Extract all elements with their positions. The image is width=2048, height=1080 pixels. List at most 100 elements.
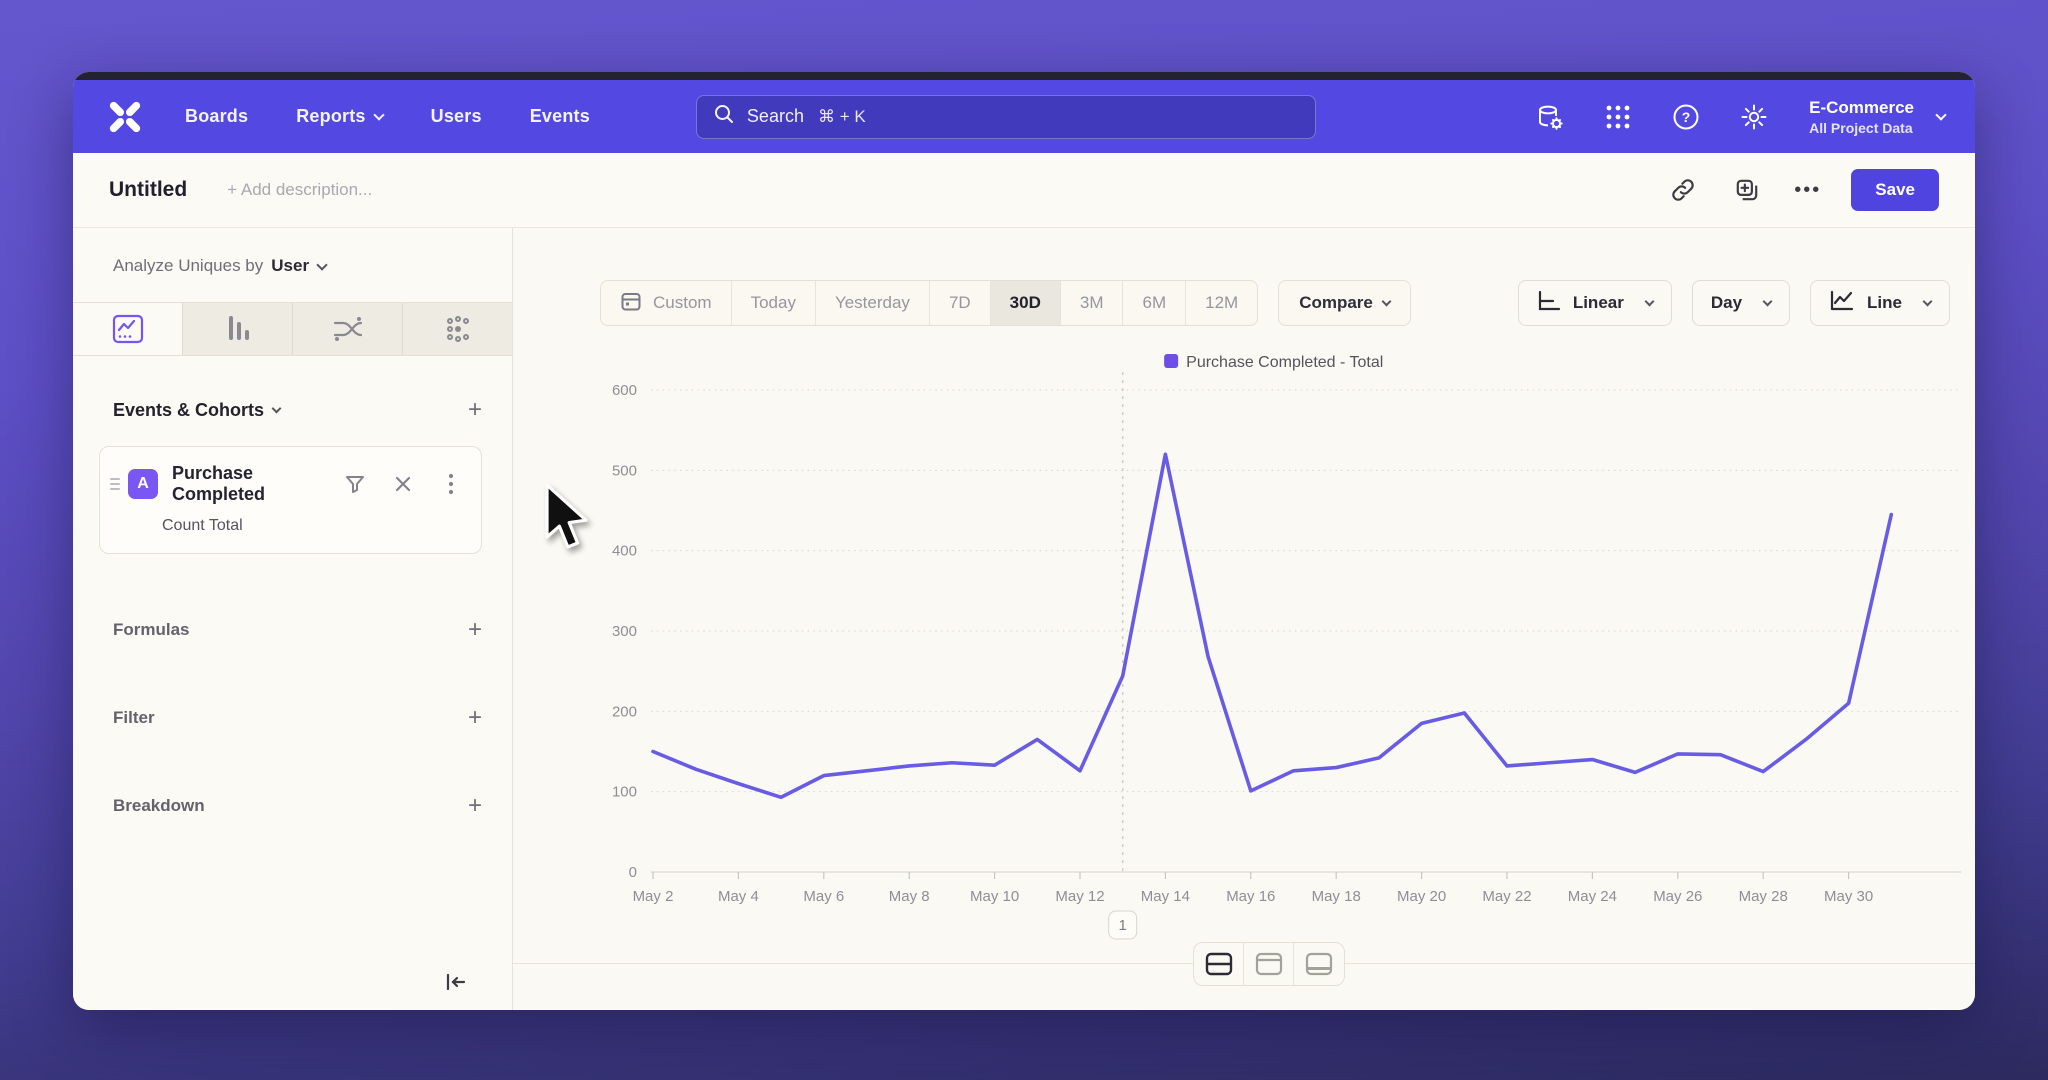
save-button[interactable]: Save <box>1851 169 1939 211</box>
chevron-down-icon <box>316 259 327 270</box>
project-name: E-Commerce <box>1809 98 1914 118</box>
event-title[interactable]: Purchase Completed <box>172 463 343 505</box>
report-header: Untitled + Add description... ••• <box>73 153 1975 228</box>
tab-retention[interactable] <box>403 303 512 355</box>
svg-text:1: 1 <box>1119 917 1127 934</box>
collapse-sidebar-button[interactable] <box>444 972 468 997</box>
drag-handle-icon[interactable] <box>110 478 120 490</box>
svg-text:May 2: May 2 <box>633 888 674 905</box>
range-6m[interactable]: 6M <box>1123 281 1186 325</box>
svg-text:May 30: May 30 <box>1824 888 1873 905</box>
line-chart-icon <box>1829 290 1855 317</box>
svg-text:May 28: May 28 <box>1739 888 1788 905</box>
range-7d[interactable]: 7D <box>930 281 991 325</box>
svg-text:May 14: May 14 <box>1141 888 1190 905</box>
duplicate-icon[interactable] <box>1730 173 1764 207</box>
apps-grid-icon[interactable] <box>1601 100 1635 134</box>
chevron-down-icon <box>1644 296 1654 306</box>
range-custom[interactable]: Custom <box>601 281 732 325</box>
layout-panel-top-button[interactable] <box>1244 943 1294 985</box>
search-input[interactable]: Search ⌘ + K <box>696 95 1316 139</box>
svg-text:May 24: May 24 <box>1568 888 1617 905</box>
tab-funnels[interactable] <box>183 303 293 355</box>
page-title[interactable]: Untitled <box>109 178 187 202</box>
range-30d[interactable]: 30D <box>991 281 1061 325</box>
range-yesterday[interactable]: Yesterday <box>816 281 930 325</box>
chevron-down-icon <box>373 109 384 120</box>
nav-item-reports[interactable]: Reports <box>296 106 382 127</box>
help-icon[interactable]: ? <box>1669 100 1703 134</box>
chevron-down-icon <box>1923 296 1933 306</box>
chevron-down-icon <box>1381 296 1391 306</box>
chevron-down-icon <box>1935 109 1946 120</box>
nav-item-boards[interactable]: Boards <box>185 106 248 127</box>
add-breakdown-button[interactable]: + <box>468 794 482 818</box>
range-today[interactable]: Today <box>732 281 816 325</box>
events-cohorts-header[interactable]: Events & Cohorts <box>113 400 280 421</box>
nav-item-events[interactable]: Events <box>530 106 590 127</box>
tab-insights[interactable] <box>73 303 183 355</box>
range-12m[interactable]: 12M <box>1186 281 1257 325</box>
chevron-down-icon <box>272 403 282 413</box>
chevron-down-icon <box>1763 296 1773 306</box>
settings-gear-icon[interactable] <box>1737 100 1771 134</box>
svg-text:200: 200 <box>612 703 637 720</box>
svg-text:May 22: May 22 <box>1482 888 1531 905</box>
nav-item-users[interactable]: Users <box>431 106 482 127</box>
filter-icon[interactable] <box>343 472 367 496</box>
mixpanel-logo-icon[interactable] <box>103 97 147 137</box>
compare-dropdown[interactable]: Compare <box>1278 280 1411 326</box>
event-card[interactable]: A Purchase Completed <box>99 446 482 554</box>
copy-link-icon[interactable] <box>1666 173 1700 207</box>
svg-text:500: 500 <box>612 462 637 479</box>
svg-text:?: ? <box>1682 109 1691 125</box>
project-switcher[interactable]: E-Commerce All Project Data <box>1809 98 1945 136</box>
formulas-label: Formulas <box>113 620 190 640</box>
window-top-strip <box>73 72 1975 80</box>
search-placeholder: Search <box>747 106 804 127</box>
svg-text:May 4: May 4 <box>718 888 759 905</box>
remove-event-icon[interactable] <box>391 472 415 496</box>
scale-dropdown[interactable]: Linear <box>1518 280 1672 326</box>
project-subtitle: All Project Data <box>1809 120 1914 136</box>
search-icon <box>713 103 735 130</box>
tab-flows[interactable] <box>293 303 403 355</box>
desktop-background: Boards Reports Users Events Search ⌘ + K <box>0 0 2048 1080</box>
layout-switcher <box>1193 942 1345 986</box>
kebab-menu-icon[interactable] <box>439 472 463 496</box>
event-metric-dropdown[interactable]: Count Total <box>162 517 463 535</box>
svg-text:400: 400 <box>612 543 637 560</box>
svg-text:May 8: May 8 <box>889 888 930 905</box>
add-description-button[interactable]: + Add description... <box>227 180 372 200</box>
svg-text:Purchase Completed - Total: Purchase Completed - Total <box>1186 354 1383 371</box>
breakdown-label: Breakdown <box>113 796 205 816</box>
analyze-uniques-label: Analyze Uniques by <box>113 256 263 276</box>
app-window: Boards Reports Users Events Search ⌘ + K <box>73 72 1975 1010</box>
svg-text:May 12: May 12 <box>1055 888 1104 905</box>
chart-canvas: 01002003004005006001May 2May 4May 6May 8… <box>513 348 1975 968</box>
more-options-button[interactable]: ••• <box>1794 179 1821 202</box>
svg-text:May 6: May 6 <box>803 888 844 905</box>
layout-panel-bottom-button[interactable] <box>1294 943 1344 985</box>
add-formula-button[interactable]: + <box>468 618 482 642</box>
report-type-tabs <box>73 302 512 356</box>
event-badge: A <box>128 469 158 499</box>
mouse-cursor <box>543 483 595 555</box>
svg-text:May 18: May 18 <box>1312 888 1361 905</box>
add-filter-button[interactable]: + <box>468 706 482 730</box>
chart-type-dropdown[interactable]: Line <box>1810 280 1950 326</box>
svg-text:May 10: May 10 <box>970 888 1019 905</box>
add-event-button[interactable]: + <box>468 398 482 422</box>
calendar-icon <box>620 290 642 317</box>
query-sidebar: Analyze Uniques by User <box>73 228 513 1010</box>
svg-text:May 26: May 26 <box>1653 888 1702 905</box>
search-shortcut: ⌘ + K <box>818 107 866 127</box>
layout-split-horizontal-button[interactable] <box>1194 943 1244 985</box>
granularity-dropdown[interactable]: Day <box>1692 280 1790 326</box>
range-3m[interactable]: 3M <box>1061 281 1124 325</box>
analyze-by-dropdown[interactable]: User <box>271 256 326 276</box>
data-management-icon[interactable] <box>1533 100 1567 134</box>
svg-text:100: 100 <box>612 784 637 801</box>
svg-text:600: 600 <box>612 382 637 399</box>
filter-label: Filter <box>113 708 155 728</box>
